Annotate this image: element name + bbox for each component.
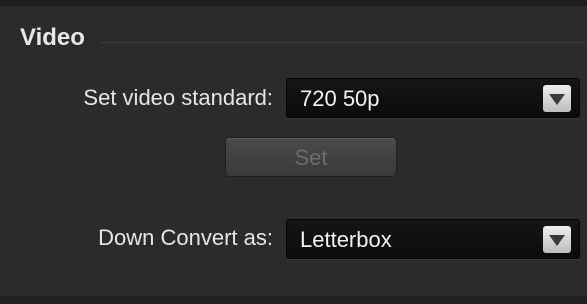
- section-title: Video: [20, 24, 85, 51]
- video-standard-dropdown[interactable]: 720 50p: [286, 78, 580, 118]
- chevron-down-icon[interactable]: [543, 85, 571, 112]
- video-standard-label: Set video standard:: [83, 85, 273, 110]
- panel-top-edge: [0, 0, 587, 6]
- section-divider: [100, 42, 587, 43]
- down-convert-value: Letterbox: [300, 227, 392, 252]
- video-standard-value: 720 50p: [300, 86, 380, 111]
- down-convert-dropdown[interactable]: Letterbox: [286, 219, 580, 259]
- chevron-down-icon[interactable]: [543, 226, 571, 253]
- set-button[interactable]: Set: [225, 137, 397, 177]
- video-settings-panel: Video Set video standard: 720 50p Set Do…: [0, 0, 587, 304]
- down-convert-label: Down Convert as:: [98, 225, 273, 250]
- set-button-label: Set: [294, 145, 328, 170]
- panel-bottom-edge: [0, 296, 587, 304]
